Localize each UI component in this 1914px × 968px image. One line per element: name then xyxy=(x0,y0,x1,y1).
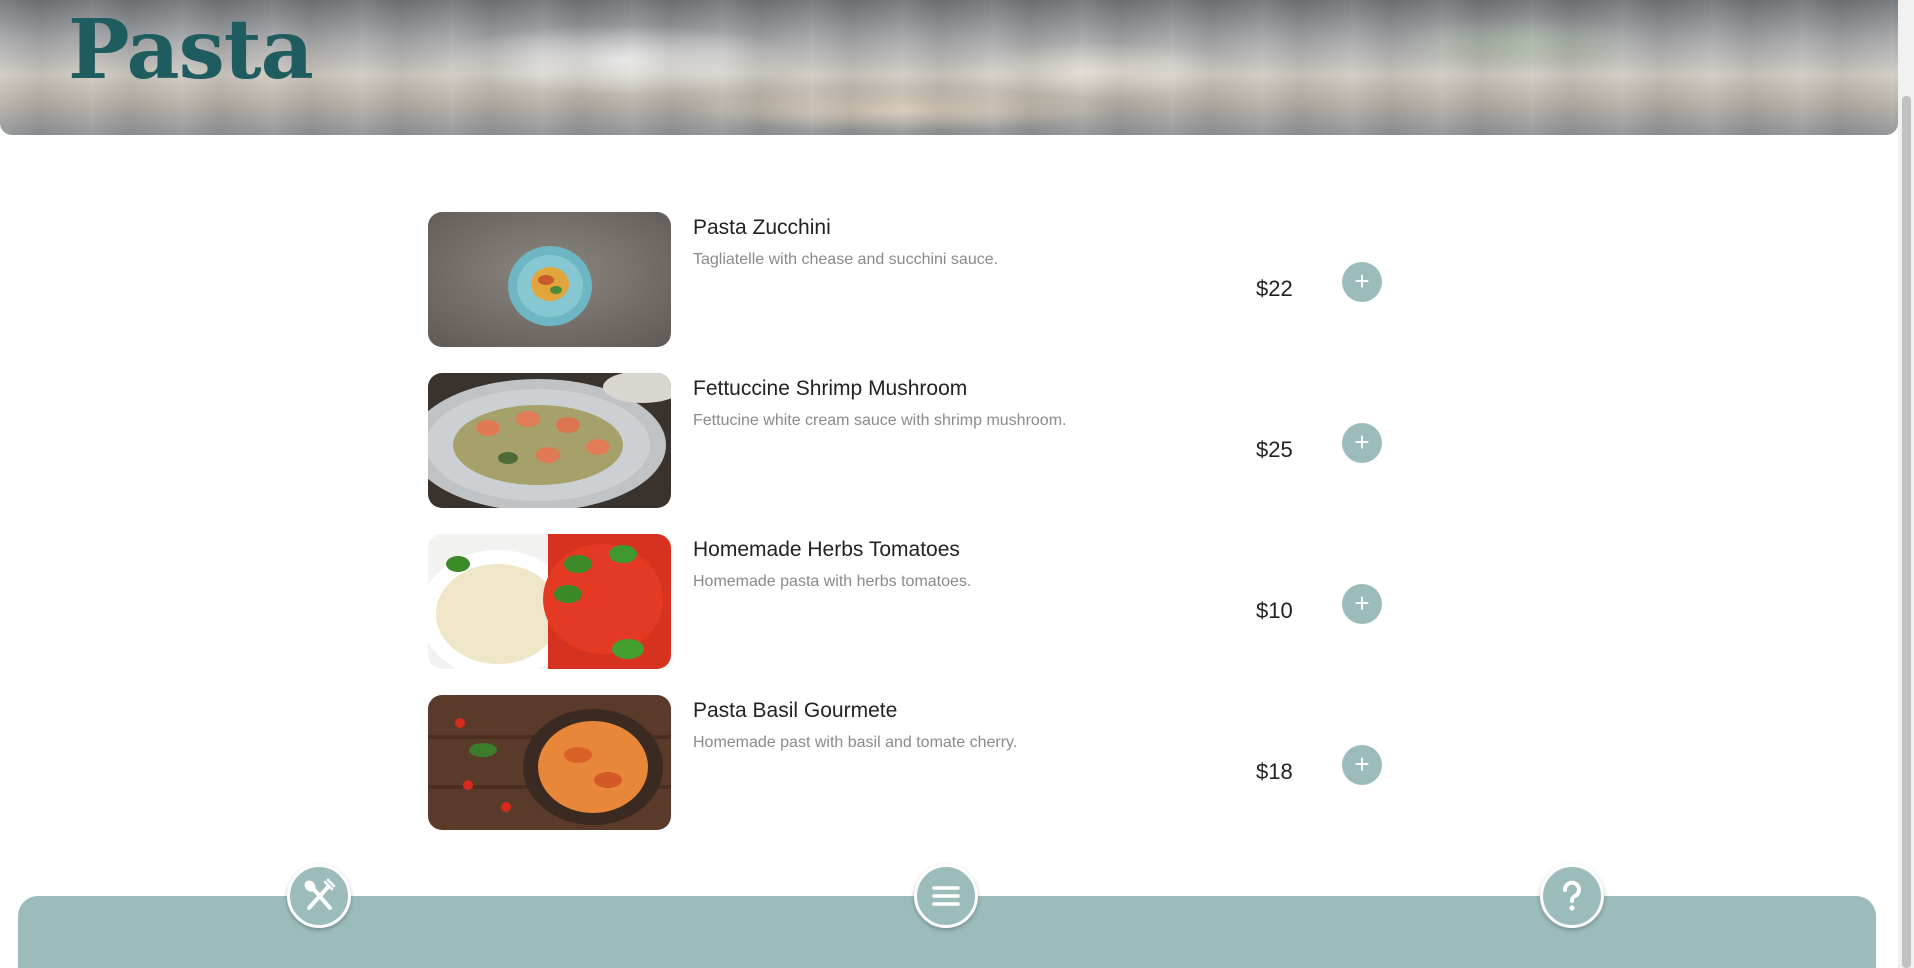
menu-item: Fettuccine Shrimp Mushroom Fettucine whi… xyxy=(428,373,1388,534)
help-icon xyxy=(1563,880,1581,911)
dish-name: Fettuccine Shrimp Mushroom xyxy=(693,377,968,400)
dish-price: $25 xyxy=(1256,437,1293,462)
dish-image-fettuccine-shrimp[interactable] xyxy=(428,373,671,508)
add-to-order-button[interactable]: + xyxy=(1342,745,1382,785)
add-to-order-button[interactable]: + xyxy=(1342,262,1382,302)
basil-gourmete-photo xyxy=(428,695,671,830)
page-title: Pasta xyxy=(68,2,314,98)
nav-help-button[interactable] xyxy=(1540,864,1604,928)
dish-price: $10 xyxy=(1256,598,1293,623)
dish-price: $22 xyxy=(1256,276,1293,301)
menu-item: Homemade Herbs Tomatoes Homemade pasta w… xyxy=(428,534,1388,695)
page-scrollbar[interactable] xyxy=(1898,0,1914,968)
nav-menu-button[interactable] xyxy=(914,864,978,928)
menu-item: Pasta Zucchini Tagliatelle with chease a… xyxy=(428,212,1388,373)
herbs-tomatoes-photo xyxy=(428,534,671,669)
dish-description: Homemade pasta with herbs tomatoes. xyxy=(693,573,972,590)
scrollbar-thumb[interactable] xyxy=(1902,96,1911,968)
add-to-order-button[interactable]: + xyxy=(1342,423,1382,463)
dish-image-basil-gourmete[interactable] xyxy=(428,695,671,830)
dish-price: $18 xyxy=(1256,759,1293,784)
menu-item: Pasta Basil Gourmete Homemade past with … xyxy=(428,695,1388,856)
dish-name: Homemade Herbs Tomatoes xyxy=(693,538,960,561)
pasta-zucchini-photo xyxy=(428,212,671,347)
dish-name: Pasta Zucchini xyxy=(693,216,831,239)
menu-icon xyxy=(932,886,960,906)
dish-image-pasta-zucchini[interactable] xyxy=(428,212,671,347)
header-banner: Pasta xyxy=(0,0,1898,135)
menu-list: Pasta Zucchini Tagliatelle with chease a… xyxy=(428,212,1388,856)
dish-description: Tagliatelle with chease and succhini sau… xyxy=(693,251,999,268)
add-to-order-button[interactable]: + xyxy=(1342,584,1382,624)
dish-image-herbs-tomatoes[interactable] xyxy=(428,534,671,669)
page: Pasta Pasta Zucchini Tagliatelle with ch… xyxy=(0,0,1898,968)
nav-restaurant-button[interactable] xyxy=(287,864,351,928)
restaurant-icon xyxy=(304,878,336,910)
dish-description: Fettucine white cream sauce with shrimp … xyxy=(693,412,1067,429)
dish-description: Homemade past with basil and tomate cher… xyxy=(693,734,1018,751)
dish-name: Pasta Basil Gourmete xyxy=(693,699,898,722)
fettuccine-shrimp-photo xyxy=(428,373,671,508)
